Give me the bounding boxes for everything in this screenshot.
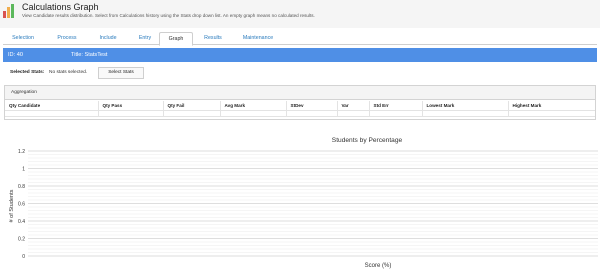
record-info-bar: ID: 40 Title: StatsTest	[3, 48, 597, 62]
select-stats-button[interactable]: Select Stats	[98, 67, 144, 79]
tab-process[interactable]: Process	[46, 32, 88, 45]
tab-bar: Selection Process Include Entry Graph Re…	[3, 32, 597, 46]
y-tick-label: 0.2	[18, 236, 25, 242]
tab-maintenance[interactable]: Maintenance	[234, 32, 282, 45]
y-tick-label: 0.4	[18, 219, 25, 225]
page-title: Calculations Graph	[22, 2, 99, 12]
selected-stats-value: No stats selected.	[49, 70, 88, 75]
tab-selection[interactable]: Selection	[3, 32, 43, 45]
tab-include[interactable]: Include	[89, 32, 127, 45]
aggregation-header-row: Qty Candidate Qty Pass Qty Fail Avg Mark…	[5, 101, 595, 111]
chart-xlabel: Score (%)	[365, 263, 392, 269]
tab-graph[interactable]: Graph	[159, 32, 193, 46]
aggregation-panel: Aggregation Qty Candidate Qty Pass Qty F…	[4, 85, 596, 120]
col-stdev: StDev	[286, 101, 338, 111]
bar-chart-icon	[3, 4, 17, 18]
aggregation-table: Qty Candidate Qty Pass Qty Fail Avg Mark…	[5, 101, 595, 117]
tab-results[interactable]: Results	[196, 32, 230, 45]
chart-grid	[28, 150, 598, 257]
col-qty-candidate: Qty Candidate	[5, 101, 99, 111]
chart-ylabel: # of Students	[9, 189, 15, 222]
selected-stats-label: Selected Stats:	[10, 70, 45, 75]
y-tick-label: 0.8	[18, 184, 25, 190]
col-lowest-mark: Lowest Mark	[422, 101, 509, 111]
y-tick-label: 1.2	[18, 149, 25, 155]
y-tick-label: 1	[22, 166, 25, 172]
col-std-err: Std Err	[369, 101, 423, 111]
record-id: ID: 40	[8, 52, 23, 58]
students-chart: Students by Percentage Score (%) # of St…	[0, 128, 600, 273]
students-chart-svg: Students by Percentage Score (%) # of St…	[9, 137, 598, 269]
col-avg-mark: Avg Mark	[220, 101, 287, 111]
tab-entry[interactable]: Entry	[129, 32, 161, 45]
col-highest-mark: Highest Mark	[508, 101, 595, 111]
col-qty-fail: Qty Fail	[163, 101, 221, 111]
col-var: Var	[337, 101, 370, 111]
col-qty-pass: Qty Pass	[98, 101, 164, 111]
table-row	[5, 110, 595, 117]
chart-title: Students by Percentage	[332, 137, 403, 144]
aggregation-heading: Aggregation	[5, 86, 595, 100]
chart-y-ticks: 0 0.2 0.4 0.6 0.8 1 1.2	[18, 149, 25, 260]
record-title: Title: StatsTest	[71, 52, 108, 58]
page-header: Calculations Graph View Candidate result…	[0, 0, 600, 28]
y-tick-label: 0	[22, 254, 25, 260]
page-subtitle: View Candidate results distribution. Sel…	[22, 13, 315, 18]
y-tick-label: 0.6	[18, 201, 25, 207]
